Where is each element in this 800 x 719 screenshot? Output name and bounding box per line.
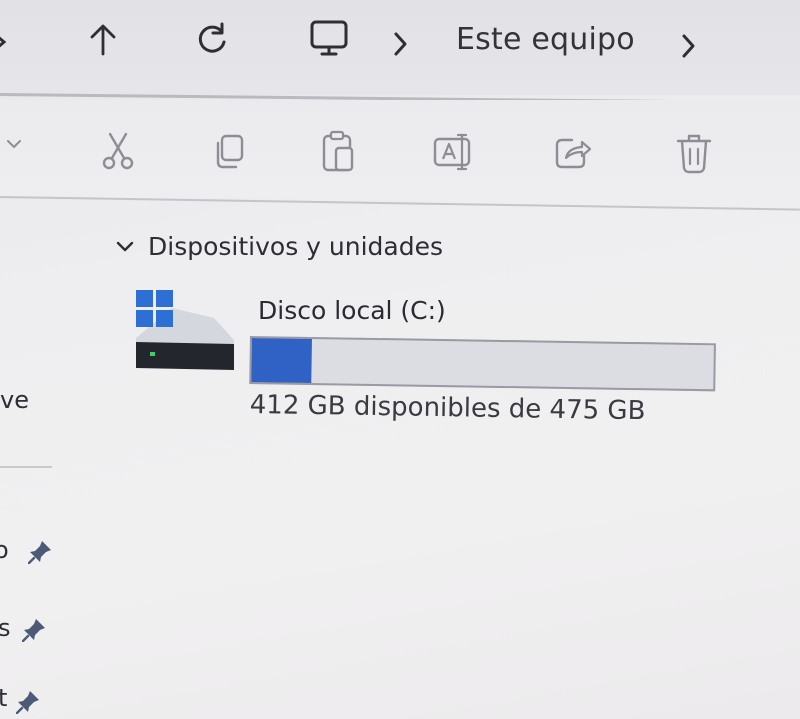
pin-icon[interactable] bbox=[21, 616, 48, 646]
section-header[interactable]: Dispositivos y unidades bbox=[114, 232, 443, 261]
delete-icon[interactable] bbox=[674, 132, 714, 176]
chevron-right-icon[interactable] bbox=[678, 28, 700, 64]
chevron-down-icon[interactable] bbox=[4, 136, 24, 152]
rename-icon[interactable] bbox=[432, 132, 478, 172]
pin-icon[interactable] bbox=[15, 688, 42, 718]
command-bar bbox=[0, 100, 800, 198]
paste-icon[interactable] bbox=[318, 130, 358, 174]
windows-drive-icon[interactable] bbox=[136, 290, 236, 374]
address-bar: Este equipo bbox=[0, 0, 800, 95]
up-arrow-icon[interactable] bbox=[86, 20, 120, 60]
nav-item-fragment[interactable]: s bbox=[0, 614, 11, 642]
chevron-right-icon[interactable] bbox=[390, 26, 412, 62]
nav-item-fragment[interactable]: ve bbox=[0, 386, 29, 414]
copy-icon[interactable] bbox=[208, 130, 248, 172]
section-title: Dispositivos y unidades bbox=[148, 232, 444, 261]
drive-usage-fill bbox=[251, 338, 313, 383]
address-location[interactable]: Este equipo bbox=[456, 22, 635, 57]
chevron-down-icon[interactable] bbox=[114, 232, 136, 261]
nav-divider bbox=[0, 466, 52, 468]
cut-icon[interactable] bbox=[98, 130, 138, 172]
drive-usage-bar bbox=[249, 336, 716, 392]
nav-item-fragment[interactable]: t bbox=[0, 684, 7, 712]
drive-space-text: 412 GB disponibles de 475 GB bbox=[249, 390, 646, 427]
command-bar-divider bbox=[0, 196, 800, 211]
pin-icon[interactable] bbox=[27, 538, 54, 568]
share-icon[interactable] bbox=[552, 132, 594, 172]
refresh-icon[interactable] bbox=[192, 20, 232, 60]
drive-name[interactable]: Disco local (C:) bbox=[258, 296, 446, 325]
nav-item-fragment[interactable]: o bbox=[0, 536, 9, 564]
back-arrow-icon[interactable] bbox=[0, 22, 16, 62]
monitor-icon[interactable] bbox=[306, 18, 352, 60]
